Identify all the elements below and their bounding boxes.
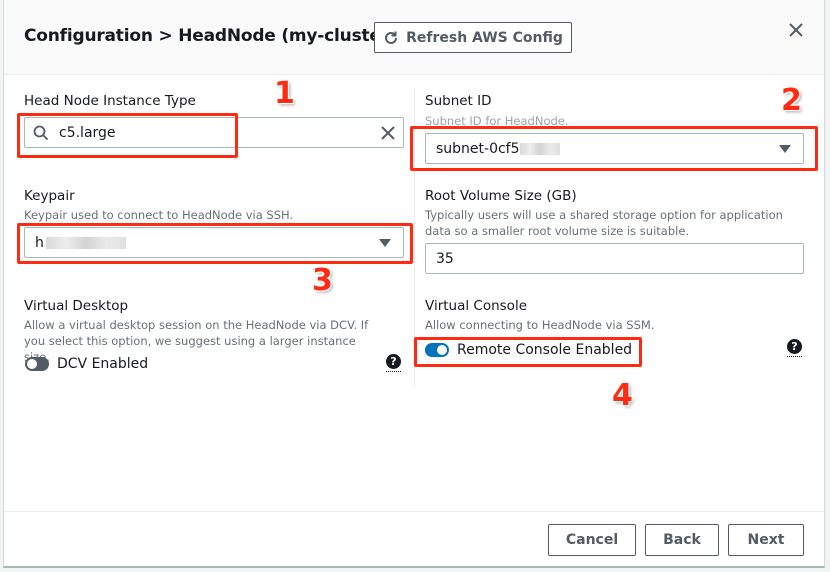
root-volume-description: Typically users will use a shared storag… xyxy=(425,208,783,238)
toggle-knob xyxy=(437,345,447,355)
root-volume-value: 35 xyxy=(436,250,454,267)
subnet-value: subnet-0cf5 xyxy=(436,140,520,157)
subnet-select[interactable]: subnet-0cf5 xyxy=(425,133,804,164)
remote-console-toggle[interactable] xyxy=(425,343,449,357)
column-divider xyxy=(414,88,415,388)
root-volume-label: Root Volume Size (GB) xyxy=(425,188,577,204)
remote-console-label: Remote Console Enabled xyxy=(457,342,633,358)
toggle-knob xyxy=(27,359,37,369)
keypair-label: Keypair xyxy=(24,188,75,204)
next-button[interactable]: Next xyxy=(728,524,804,556)
refresh-label: Refresh AWS Config xyxy=(406,29,563,46)
subnet-description: Subnet ID for HeadNode. xyxy=(425,114,569,128)
caret-down-icon xyxy=(379,239,391,247)
keypair-description: Keypair used to connect to HeadNode via … xyxy=(24,208,294,222)
dcv-enabled-label: DCV Enabled xyxy=(57,356,149,372)
close-icon xyxy=(789,23,803,37)
modal-header: Configuration > HeadNode (my-cluster) Re… xyxy=(4,0,824,75)
cancel-button[interactable]: Cancel xyxy=(548,524,636,556)
dcv-enabled-toggle[interactable] xyxy=(25,357,49,371)
virtual-desktop-label: Virtual Desktop xyxy=(24,298,129,314)
instance-type-label: Head Node Instance Type xyxy=(24,93,196,109)
clear-icon[interactable] xyxy=(381,126,395,140)
help-icon: ? xyxy=(386,354,401,369)
headnode-config-modal: Configuration > HeadNode (my-cluster) Re… xyxy=(3,0,825,568)
root-volume-input[interactable]: 35 xyxy=(425,243,804,274)
instance-type-value: c5.large xyxy=(59,124,116,141)
refresh-aws-config-button[interactable]: Refresh AWS Config xyxy=(374,22,572,53)
virtual-console-description: Allow connecting to HeadNode via SSM. xyxy=(425,318,655,332)
page-title: Configuration > HeadNode (my-cluster) xyxy=(24,26,397,46)
help-icon: ? xyxy=(787,339,802,354)
modal-footer: Cancel Back Next xyxy=(4,511,824,567)
subnet-label: Subnet ID xyxy=(425,93,492,109)
back-button[interactable]: Back xyxy=(645,524,719,556)
instance-type-search-input[interactable]: c5.large xyxy=(24,117,404,148)
console-help-button[interactable]: ? xyxy=(787,339,803,359)
redacted-value xyxy=(519,142,560,155)
virtual-console-label: Virtual Console xyxy=(425,298,527,314)
keypair-select[interactable]: h xyxy=(24,227,404,258)
search-icon xyxy=(33,125,49,140)
keypair-value: h xyxy=(35,234,44,251)
caret-down-icon xyxy=(779,145,791,153)
refresh-icon xyxy=(385,31,398,44)
dcv-help-button[interactable]: ? xyxy=(386,354,402,374)
close-button[interactable] xyxy=(786,20,806,40)
redacted-value xyxy=(45,236,126,249)
